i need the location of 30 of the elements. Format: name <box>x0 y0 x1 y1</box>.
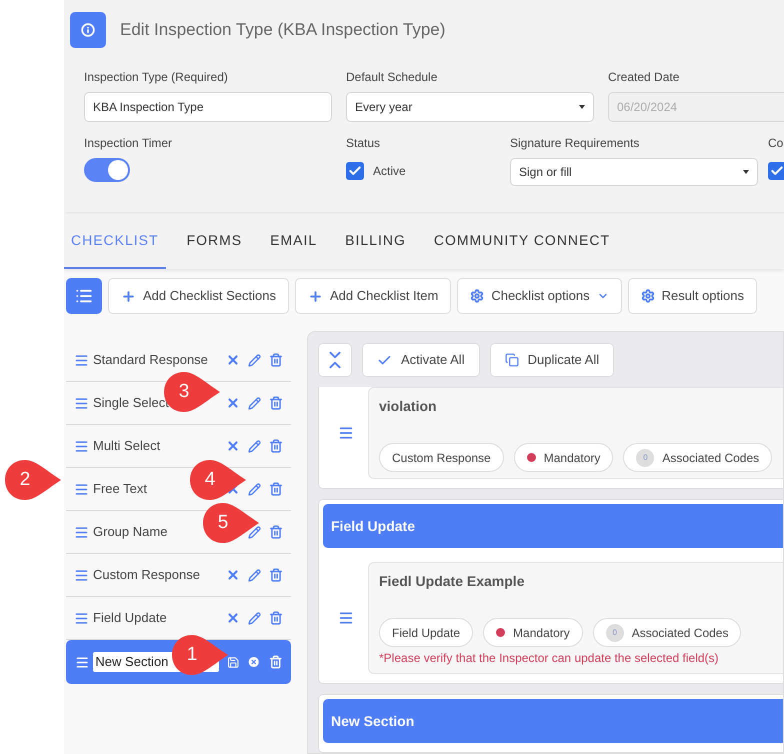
item-title: violation <box>379 397 438 416</box>
tag-chip: Mandatory <box>483 618 583 647</box>
callout-tooltip: 2 <box>3 458 63 502</box>
page-title: Edit Inspection Type (KBA Inspection Type) <box>120 19 446 42</box>
callout-tooltip: 4 <box>188 458 248 502</box>
field-label: Signature Requirements <box>510 135 640 152</box>
tag-chip: Custom Response <box>379 443 504 472</box>
section-name: Standard Response <box>93 351 208 370</box>
section-name: Group Name <box>93 523 168 542</box>
field-label: Co <box>768 135 784 152</box>
warning-text: *Please verify that the Inspector can update the selected field(s) <box>379 650 720 667</box>
tag-chip: 0 Associated Codes <box>623 443 772 472</box>
field-label: Inspection Type (Required) <box>84 69 229 86</box>
section-name: Custom Response <box>93 566 200 584</box>
count-badge: 0 <box>636 448 654 466</box>
section-name: Field Update <box>93 609 167 628</box>
field-label: Status <box>346 135 382 152</box>
section-name: Free Text <box>93 480 147 498</box>
checkbox-label: Active <box>373 163 406 180</box>
item-title: Fiedl Update Example <box>379 572 526 591</box>
field-label: Created Date <box>608 69 680 86</box>
tag-chip: Field Update <box>379 618 474 647</box>
callout-tooltip: 5 <box>201 501 261 545</box>
callout-tooltip: 1 <box>170 633 230 677</box>
section-name: Multi Select <box>93 437 160 456</box>
tag-chip: Mandatory <box>514 443 614 472</box>
field-label: Inspection Timer <box>84 135 174 152</box>
count-badge: 0 <box>606 624 624 642</box>
field-label: Default Schedule <box>346 69 438 86</box>
tag-chip: 0 Associated Codes <box>592 618 742 647</box>
